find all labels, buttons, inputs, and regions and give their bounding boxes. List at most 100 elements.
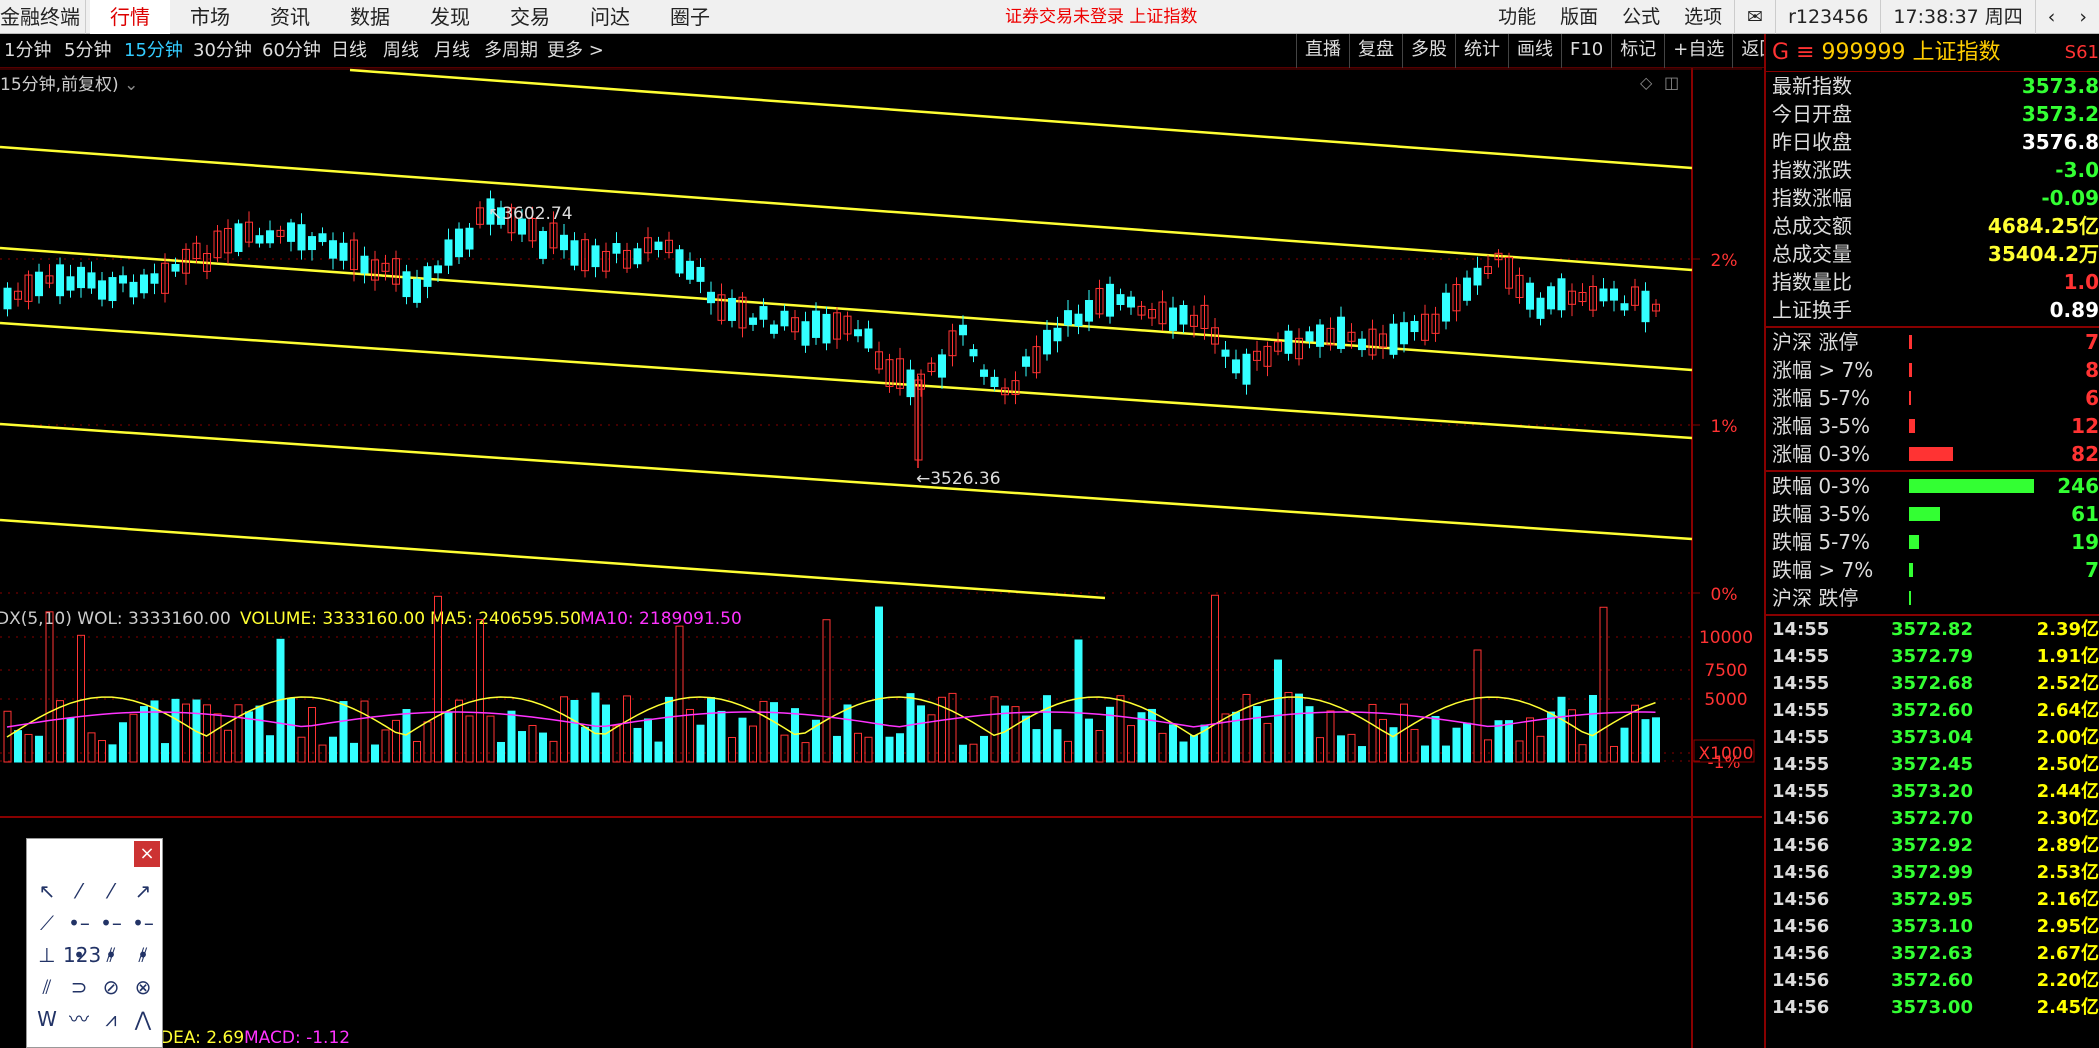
volume-bar bbox=[644, 718, 652, 763]
chart-button-4[interactable]: 画线 bbox=[1508, 34, 1561, 68]
chart-button-7[interactable]: +自选 bbox=[1664, 34, 1732, 68]
menu-7[interactable]: 圈子 bbox=[650, 0, 730, 34]
candle-body bbox=[150, 273, 159, 284]
volume-bar bbox=[875, 606, 883, 763]
volume-bar bbox=[959, 744, 967, 763]
draw-tool-9[interactable]: 123 bbox=[63, 939, 101, 971]
draw-tool-6[interactable]: •–• bbox=[95, 907, 127, 967]
low-annotation: ←3526.36 bbox=[916, 469, 1001, 489]
forward-arrow-icon[interactable]: › bbox=[2067, 0, 2099, 34]
volume-bar bbox=[896, 733, 904, 763]
period-6[interactable]: 周线 bbox=[383, 34, 419, 68]
menu-options[interactable]: 选项 bbox=[1672, 0, 1734, 34]
candle-body bbox=[539, 231, 547, 259]
close-icon[interactable]: × bbox=[134, 841, 160, 867]
volume-bar bbox=[1169, 724, 1177, 763]
candle-body bbox=[1557, 278, 1566, 311]
draw-tool-19[interactable]: ⋀ bbox=[127, 1003, 159, 1035]
draw-tool-2[interactable]: ⁄ bbox=[95, 875, 127, 907]
volume-bar bbox=[518, 731, 526, 763]
draw-tool-12[interactable]: ⫽ bbox=[31, 971, 63, 1003]
tick-time: 14:55 bbox=[1772, 673, 1830, 694]
menu-5[interactable]: 交易 bbox=[490, 0, 570, 34]
draw-tool-13[interactable]: ⊃ bbox=[63, 971, 95, 1003]
volume-bar bbox=[1652, 717, 1660, 763]
period-0[interactable]: 1分钟 bbox=[4, 34, 51, 68]
user-id[interactable]: r123456 bbox=[1775, 0, 1880, 34]
chart-button-0[interactable]: 直播 bbox=[1296, 34, 1349, 68]
volume-bar bbox=[717, 710, 726, 763]
period-1[interactable]: 5分钟 bbox=[64, 34, 111, 68]
draw-tool-4[interactable]: ⟋ bbox=[31, 907, 63, 939]
menu-1[interactable]: 市场 bbox=[170, 0, 250, 34]
diamond-icon: ◇ bbox=[1640, 73, 1653, 92]
period-9[interactable]: 更多 > bbox=[547, 34, 604, 68]
breadth-value: 246 bbox=[2057, 474, 2099, 498]
volume-bar bbox=[402, 709, 411, 763]
tick-row: 14:56 3573.00 2.45亿 bbox=[1766, 994, 2099, 1021]
menu-function[interactable]: 功能 bbox=[1486, 0, 1548, 34]
login-notice[interactable]: 证券交易未登录 上证指数 bbox=[1005, 0, 1197, 34]
mail-icon[interactable]: ✉ bbox=[1734, 0, 1775, 34]
menu-formula[interactable]: 公式 bbox=[1610, 0, 1672, 34]
menu-6[interactable]: 问达 bbox=[570, 0, 650, 34]
tick-time: 14:56 bbox=[1772, 862, 1830, 883]
vol-indicator-name: DX(5,10) WOL: 3333160.00 bbox=[0, 609, 231, 629]
volume-bar bbox=[1137, 712, 1146, 763]
quote-value: -0.09 bbox=[2041, 186, 2099, 210]
chart-button-3[interactable]: 统计 bbox=[1455, 34, 1508, 68]
period-5[interactable]: 日线 bbox=[331, 34, 367, 68]
menu-4[interactable]: 发现 bbox=[410, 0, 490, 34]
breadth-label: 跌幅 0-3% bbox=[1772, 474, 1871, 498]
period-3[interactable]: 30分钟 bbox=[193, 34, 252, 68]
chart-button-1[interactable]: 复盘 bbox=[1349, 34, 1402, 68]
draw-tool-1[interactable]: ⁄ bbox=[63, 875, 95, 907]
draw-tool-11[interactable]: ⫽ bbox=[127, 939, 159, 971]
draw-tool-0[interactable]: ↖ bbox=[31, 875, 63, 907]
period-8[interactable]: 多周期 bbox=[484, 34, 538, 68]
dropdown-icon[interactable]: ⌄ bbox=[124, 75, 138, 95]
menu-2[interactable]: 资讯 bbox=[250, 0, 330, 34]
candle-body bbox=[423, 266, 432, 287]
candle-body bbox=[686, 260, 694, 280]
tick-price: 3573.04 bbox=[1891, 727, 1973, 748]
chart-button-6[interactable]: 标记 bbox=[1611, 34, 1664, 68]
candle-body bbox=[444, 239, 453, 266]
draw-tool-10[interactable]: ⫽ bbox=[95, 939, 127, 971]
tick-list[interactable]: 14:55 3572.82 2.39亿 14:55 3572.79 1.91亿 14:55 3… bbox=[1766, 616, 2099, 1021]
draw-tool-7[interactable]: •–• bbox=[127, 907, 159, 967]
quote-value: 3573.8 bbox=[2021, 74, 2099, 98]
volume-bar bbox=[1305, 706, 1314, 763]
menu-layout[interactable]: 版面 bbox=[1548, 0, 1610, 34]
tick-time: 14:55 bbox=[1772, 646, 1830, 667]
draw-tool-18[interactable]: ⩘ bbox=[95, 1003, 127, 1035]
tick-price: 3573.00 bbox=[1891, 997, 1973, 1018]
menu-3[interactable]: 数据 bbox=[330, 0, 410, 34]
macd-value: MACD: -1.12 bbox=[244, 1028, 350, 1048]
quote-panel: G ≡ 999999 上证指数 S61 最新指数 3573.8 今日开盘 3573.2… bbox=[1764, 34, 2099, 1048]
draw-tool-5[interactable]: •–• bbox=[63, 907, 95, 967]
back-arrow-icon[interactable]: ‹ bbox=[2034, 0, 2068, 34]
chart-button-5[interactable]: F10 bbox=[1561, 34, 1611, 68]
draw-tool-8[interactable]: ⊥ bbox=[31, 939, 63, 971]
breadth-row: 涨幅 0-3% 82 bbox=[1766, 440, 2099, 468]
volume-bar bbox=[339, 701, 348, 763]
period-7[interactable]: 月线 bbox=[434, 34, 470, 68]
tag-badge: G bbox=[1772, 40, 1790, 65]
volume-tick-label: 10000 bbox=[1699, 628, 1753, 648]
draw-tool-14[interactable]: ⊘ bbox=[95, 971, 127, 1003]
menu-0[interactable]: 行情 bbox=[90, 0, 170, 34]
period-2[interactable]: 15分钟 bbox=[124, 34, 183, 68]
volume-bar bbox=[108, 744, 117, 763]
draw-tool-15[interactable]: ⊗ bbox=[127, 971, 159, 1003]
period-4[interactable]: 60分钟 bbox=[262, 34, 321, 68]
kline-chart[interactable]: 2%1%0%-1%1000075005000X1000↖3602.74←3526… bbox=[0, 68, 1762, 1048]
chart-button-2[interactable]: 多股 bbox=[1402, 34, 1455, 68]
draw-tool-3[interactable]: ↗ bbox=[127, 875, 159, 907]
tick-row: 14:55 3572.79 1.91亿 bbox=[1766, 643, 2099, 670]
candle-body bbox=[906, 369, 915, 398]
quote-value: 3576.8 bbox=[2021, 130, 2099, 154]
draw-tool-16[interactable]: W bbox=[31, 1003, 63, 1035]
menu-icon[interactable]: ≡ bbox=[1796, 40, 1814, 65]
draw-tool-17[interactable]: 〰 bbox=[63, 1003, 95, 1035]
